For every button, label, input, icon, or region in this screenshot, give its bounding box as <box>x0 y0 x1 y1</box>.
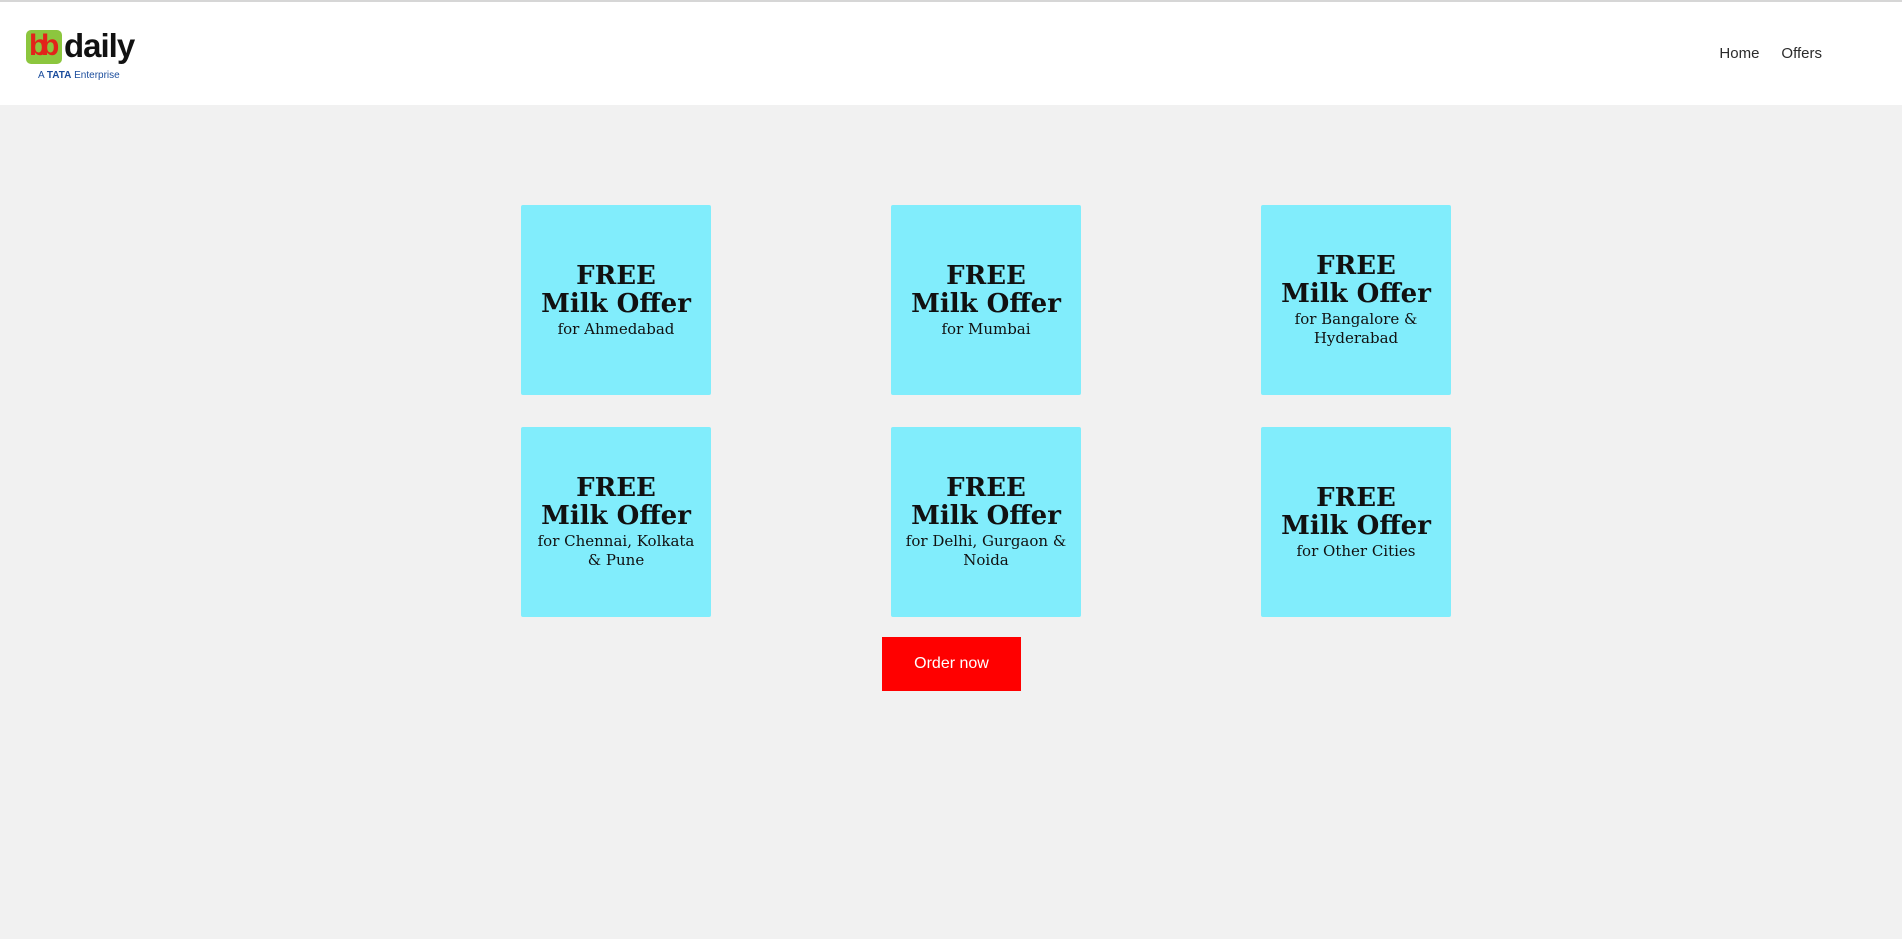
offer-card-chennai-kolkata-pune[interactable]: FREE Milk Offer for Chennai, Kolkata & P… <box>521 427 711 617</box>
offer-card-other-cities[interactable]: FREE Milk Offer for Other Cities <box>1261 427 1451 617</box>
offer-subtitle: Milk Offer <box>1281 279 1431 309</box>
offer-card-ahmedabad[interactable]: FREE Milk Offer for Ahmedabad <box>521 205 711 395</box>
offer-subtitle: Milk Offer <box>541 501 691 531</box>
bbdaily-logo[interactable]: b b daily A TATA Enterprise <box>26 27 138 84</box>
logo-tagline-brand: TATA <box>46 70 72 81</box>
offer-card-mumbai[interactable]: FREE Milk Offer for Mumbai <box>891 205 1081 395</box>
bb-logo-badge: b b <box>26 30 62 64</box>
offer-subtitle: Milk Offer <box>911 288 1061 319</box>
logo-tagline: A TATA Enterprise <box>38 70 120 81</box>
logo-badge-letter: b <box>41 29 59 62</box>
offer-city: for Other Cities <box>1296 541 1416 560</box>
nav-link-offers[interactable]: Offers <box>1781 44 1822 64</box>
offer-title: FREE <box>576 473 656 503</box>
logo-tagline-prefix: A <box>38 70 45 81</box>
offer-subtitle: Milk Offer <box>1281 510 1431 541</box>
site-header: b b daily A TATA Enterprise Home Offers <box>0 2 1904 105</box>
order-now-button[interactable]: Order now <box>882 637 1021 691</box>
offer-title: FREE <box>1316 482 1396 513</box>
offer-title: FREE <box>1316 251 1396 281</box>
offer-subtitle: Milk Offer <box>541 288 691 319</box>
offer-title: FREE <box>576 260 656 291</box>
offer-title: FREE <box>946 260 1026 291</box>
logo-wordmark: daily <box>64 27 135 64</box>
nav-link-home[interactable]: Home <box>1719 44 1759 64</box>
offer-card-delhi-gurgaon-noida[interactable]: FREE Milk Offer for Delhi, Gurgaon & Noi… <box>891 427 1081 617</box>
offer-city: for Bangalore & Hyderabad <box>1294 310 1418 347</box>
logo-tagline-suffix: Enterprise <box>74 70 120 81</box>
offer-city: for Ahmedabad <box>557 319 675 338</box>
offer-subtitle: Milk Offer <box>911 501 1061 531</box>
offer-card-bangalore-hyderabad[interactable]: FREE Milk Offer for Bangalore & Hyderaba… <box>1261 205 1451 395</box>
offer-city: for Mumbai <box>941 319 1031 338</box>
offer-city: for Delhi, Gurgaon & Noida <box>905 532 1067 569</box>
offer-title: FREE <box>946 473 1026 503</box>
offer-city: for Chennai, Kolkata & Pune <box>537 532 695 569</box>
main-nav: Home Offers <box>1719 44 1824 64</box>
